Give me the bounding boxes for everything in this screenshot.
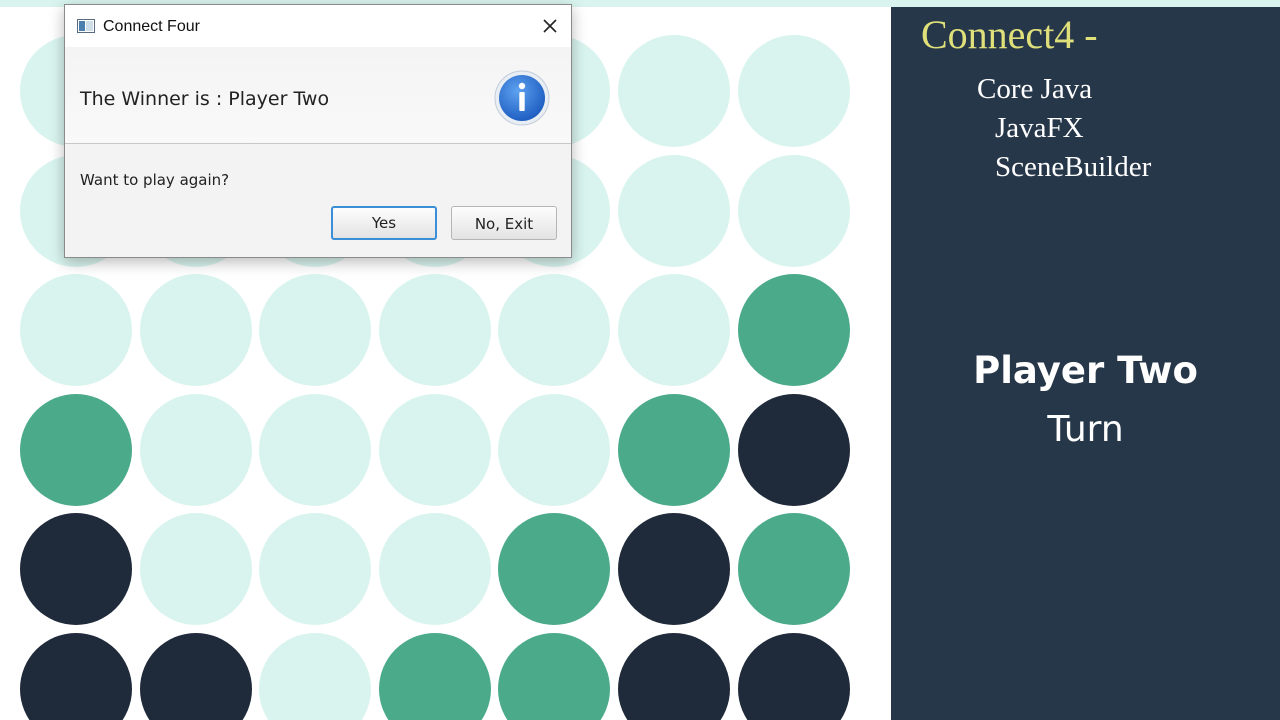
board-cell-r5-c6-dark[interactable] — [618, 513, 730, 625]
board-cell-r5-c5-green[interactable] — [498, 513, 610, 625]
board-cell-r4-c2-empty[interactable] — [140, 394, 252, 506]
dialog-titlebar: Connect Four — [65, 5, 571, 47]
tech-item-core-java: Core Java — [977, 73, 1093, 105]
board-cell-r1-c6-empty[interactable] — [618, 35, 730, 147]
board-cell-r4-c4-empty[interactable] — [379, 394, 491, 506]
info-icon — [494, 70, 550, 126]
board-cell-r5-c4-empty[interactable] — [379, 513, 491, 625]
no-exit-button[interactable]: No, Exit — [451, 206, 557, 240]
close-icon[interactable] — [537, 14, 563, 38]
board-cell-r6-c7-dark[interactable] — [738, 633, 850, 720]
winner-dialog: Connect Four The Winner is : Player Two … — [64, 4, 572, 258]
winner-message: The Winner is : Player Two — [80, 88, 330, 110]
board-cell-r4-c6-green[interactable] — [618, 394, 730, 506]
dialog-content-text: Want to play again? — [80, 171, 230, 189]
board-cell-r4-c7-dark[interactable] — [738, 394, 850, 506]
app-window-icon — [77, 19, 95, 33]
dialog-title: Connect Four — [103, 18, 200, 35]
yes-button[interactable]: Yes — [331, 206, 437, 240]
board-cell-r4-c5-empty[interactable] — [498, 394, 610, 506]
tech-item-scenebuilder: SceneBuilder — [995, 151, 1152, 183]
turn-label: Turn — [1047, 409, 1124, 450]
board-cell-r1-c7-empty[interactable] — [738, 35, 850, 147]
board-cell-r3-c7-green[interactable] — [738, 274, 850, 386]
tech-item-javafx: JavaFX — [995, 112, 1084, 144]
board-cell-r3-c1-empty[interactable] — [20, 274, 132, 386]
board-cell-r6-c4-green[interactable] — [379, 633, 491, 720]
board-cell-r3-c6-empty[interactable] — [618, 274, 730, 386]
dialog-header: The Winner is : Player Two — [65, 47, 571, 144]
board-cell-r3-c5-empty[interactable] — [498, 274, 610, 386]
board-cell-r2-c6-empty[interactable] — [618, 155, 730, 267]
app-title: Connect4 - — [921, 12, 1098, 57]
board-cell-r3-c4-empty[interactable] — [379, 274, 491, 386]
board-cell-r6-c2-dark[interactable] — [140, 633, 252, 720]
board-cell-r3-c3-empty[interactable] — [259, 274, 371, 386]
board-cell-r4-c1-green[interactable] — [20, 394, 132, 506]
board-cell-r5-c3-empty[interactable] — [259, 513, 371, 625]
board-cell-r5-c7-green[interactable] — [738, 513, 850, 625]
board-cell-r6-c3-empty[interactable] — [259, 633, 371, 720]
side-panel: Connect4 - Core Java JavaFX SceneBuilder… — [891, 7, 1280, 720]
board-cell-r6-c1-dark[interactable] — [20, 633, 132, 720]
board-cell-r6-c6-dark[interactable] — [618, 633, 730, 720]
board-cell-r2-c7-empty[interactable] — [738, 155, 850, 267]
board-cell-r4-c3-empty[interactable] — [259, 394, 371, 506]
board-cell-r6-c5-green[interactable] — [498, 633, 610, 720]
current-player-name: Player Two — [973, 349, 1198, 392]
board-cell-r5-c2-empty[interactable] — [140, 513, 252, 625]
board-cell-r3-c2-empty[interactable] — [140, 274, 252, 386]
board-cell-r5-c1-dark[interactable] — [20, 513, 132, 625]
